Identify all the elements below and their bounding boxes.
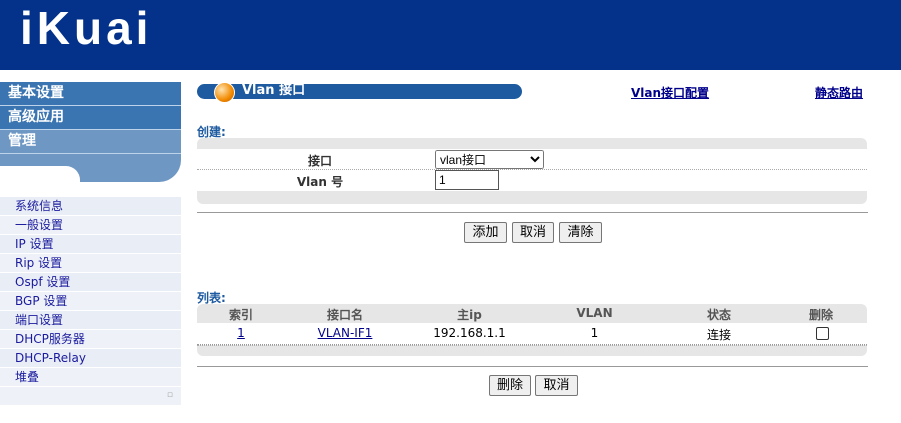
sidebar-menu: 基本设置 高级应用 管理 xyxy=(0,82,181,182)
menu-advanced[interactable]: 高级应用 xyxy=(0,106,181,130)
clear-button[interactable]: 清除 xyxy=(559,222,602,243)
divider-bottom xyxy=(197,366,868,367)
menu-management[interactable]: 管理 xyxy=(0,130,181,154)
table-row: 1 VLAN-IF1 192.168.1.1 1 连接 xyxy=(197,323,867,345)
app-header: iKuai xyxy=(0,0,901,70)
sidebar-footer: ▫ xyxy=(0,387,181,405)
divider-top xyxy=(197,212,868,213)
resize-grip-icon: ▫ xyxy=(166,390,173,400)
row-ip: 192.168.1.1 xyxy=(433,326,506,340)
header-index: 索引 xyxy=(228,308,253,322)
ikuai-logo: iKuai xyxy=(20,2,153,54)
menu-basic-settings[interactable]: 基本设置 xyxy=(0,82,181,106)
header-delete: 删除 xyxy=(808,308,833,322)
sidebar-item-dhcp-relay[interactable]: DHCP-Relay xyxy=(0,349,181,368)
sidebar-item-ospf[interactable]: Ospf 设置 xyxy=(0,273,181,292)
page-title: Vlan 接口 xyxy=(242,83,306,98)
row-interface-link[interactable]: VLAN-IF1 xyxy=(305,326,385,340)
sidebar-item-bgp[interactable]: BGP 设置 xyxy=(0,292,181,311)
header-status: 状态 xyxy=(706,308,731,322)
vlan-number-input[interactable] xyxy=(435,170,499,190)
delete-button[interactable]: 删除 xyxy=(489,375,531,396)
sidebar-item-system-info[interactable]: 系统信息 xyxy=(0,197,181,216)
vlan-number-label: Vlan 号 xyxy=(296,175,344,189)
sidebar-curve xyxy=(0,154,181,182)
list-cancel-button[interactable]: 取消 xyxy=(535,375,578,396)
row-status: 连接 xyxy=(706,328,731,342)
sidebar-item-stack[interactable]: 堆叠 xyxy=(0,368,181,387)
vlan-row: Vlan 号 xyxy=(197,170,867,191)
interface-label: 接口 xyxy=(307,154,332,168)
interface-select[interactable]: vlan接口 xyxy=(435,150,544,169)
header-vlan: VLAN xyxy=(576,306,613,320)
add-button[interactable]: 添加 xyxy=(464,222,507,243)
vlan-config-link[interactable]: Vlan接口配置 xyxy=(631,84,709,101)
sidebar-item-ip[interactable]: IP 设置 xyxy=(0,235,181,254)
cancel-button[interactable]: 取消 xyxy=(512,222,554,243)
sidebar-submenu: 系统信息 一般设置 IP 设置 Rip 设置 Ospf 设置 BGP 设置 端口… xyxy=(0,197,181,405)
row-index-link[interactable]: 1 xyxy=(215,326,267,340)
sidebar-item-dhcp-server[interactable]: DHCP服务器 xyxy=(0,330,181,349)
table-header: 索引 接口名 主ip VLAN 状态 删除 xyxy=(197,304,867,322)
header-interface-name: 接口名 xyxy=(326,308,363,322)
header-main-ip: 主ip xyxy=(457,308,482,322)
orange-ball-icon xyxy=(214,82,235,103)
table-bottom-line xyxy=(197,345,867,346)
sidebar-item-port[interactable]: 端口设置 xyxy=(0,311,181,330)
static-route-link[interactable]: 静态路由 xyxy=(815,84,863,101)
row-vlan: 1 xyxy=(590,326,599,340)
sidebar-item-general[interactable]: 一般设置 xyxy=(0,216,181,235)
sidebar-item-rip[interactable]: Rip 设置 xyxy=(0,254,181,273)
row-delete-checkbox[interactable] xyxy=(816,327,829,340)
